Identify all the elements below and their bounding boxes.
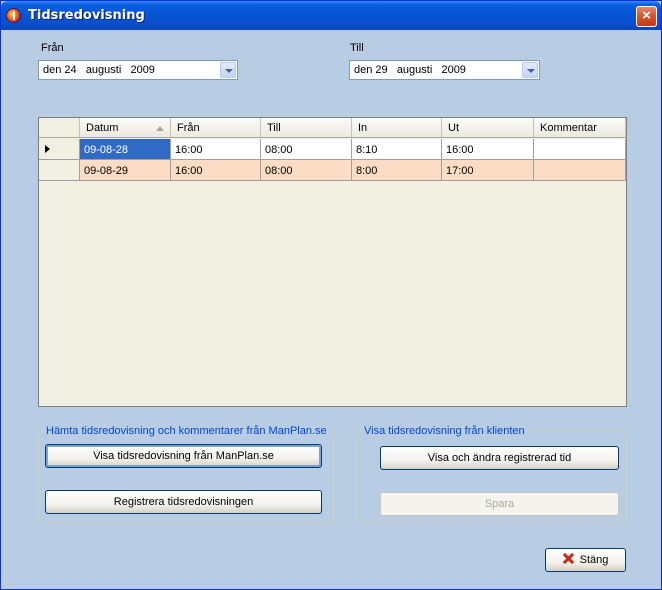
cell-kommentar[interactable] bbox=[534, 139, 626, 160]
table-row[interactable]: 09-08-29 16:00 08:00 8:00 17:00 bbox=[39, 160, 626, 181]
table-row[interactable]: 09-08-28 16:00 08:00 8:10 16:00 bbox=[39, 139, 626, 160]
cell-datum[interactable]: 09-08-28 bbox=[80, 139, 171, 160]
cell-till[interactable]: 08:00 bbox=[261, 160, 352, 181]
time-report-grid[interactable]: Datum Från Till In Ut Kommentar 09-08-28… bbox=[38, 117, 627, 407]
cell-datum[interactable]: 09-08-29 bbox=[80, 160, 171, 181]
cell-in[interactable]: 8:10 bbox=[352, 139, 442, 160]
grid-header: Datum Från Till In Ut Kommentar bbox=[39, 118, 626, 138]
close-button[interactable]: Stäng bbox=[545, 548, 626, 572]
chevron-down-icon[interactable] bbox=[522, 62, 538, 78]
column-header-in[interactable]: In bbox=[352, 118, 442, 137]
cell-till[interactable]: 08:00 bbox=[261, 139, 352, 160]
register-report-button[interactable]: Registrera tidsredovisningen bbox=[45, 490, 322, 514]
cell-kommentar[interactable] bbox=[534, 160, 626, 181]
show-edit-time-button[interactable]: Visa och ändra registrerad tid bbox=[380, 446, 619, 470]
cell-fran[interactable]: 16:00 bbox=[171, 139, 261, 160]
row-header[interactable] bbox=[39, 160, 80, 181]
column-header-datum[interactable]: Datum bbox=[80, 118, 171, 137]
to-date-picker[interactable]: den 29 augusti 2009 bbox=[349, 60, 540, 80]
row-header-corner bbox=[39, 118, 80, 137]
show-manplan-button[interactable]: Visa tidsredovisning från ManPlan.se bbox=[45, 444, 322, 468]
close-window-button[interactable]: × bbox=[636, 6, 657, 27]
to-label: Till bbox=[350, 42, 364, 54]
row-header[interactable] bbox=[39, 139, 80, 160]
sort-ascending-icon bbox=[156, 126, 164, 131]
close-button-label: Stäng bbox=[579, 554, 609, 566]
from-label: Från bbox=[41, 42, 64, 54]
save-button[interactable]: Spara bbox=[380, 492, 619, 516]
cell-ut[interactable]: 17:00 bbox=[442, 160, 534, 181]
chevron-down-icon[interactable] bbox=[220, 62, 236, 78]
from-date-value: den 24 augusti 2009 bbox=[43, 64, 155, 76]
column-header-fran[interactable]: Från bbox=[171, 118, 261, 137]
current-row-icon bbox=[45, 145, 50, 153]
from-date-picker[interactable]: den 24 augusti 2009 bbox=[38, 60, 238, 80]
column-header-till[interactable]: Till bbox=[261, 118, 352, 137]
manplan-group-legend: Hämta tidsredovisning och kommentarer fr… bbox=[45, 425, 328, 437]
window-title: Tidsredovisning bbox=[28, 8, 145, 23]
cell-ut[interactable]: 16:00 bbox=[442, 139, 534, 160]
column-header-kommentar[interactable]: Kommentar bbox=[534, 118, 626, 137]
column-header-ut[interactable]: Ut bbox=[442, 118, 534, 137]
cell-fran[interactable]: 16:00 bbox=[171, 160, 261, 181]
title-bar[interactable]: Tidsredovisning × bbox=[1, 1, 661, 30]
to-date-value: den 29 augusti 2009 bbox=[354, 64, 466, 76]
cell-in[interactable]: 8:00 bbox=[352, 160, 442, 181]
close-icon bbox=[563, 553, 574, 564]
client-group-legend: Visa tidsredovisning från klienten bbox=[363, 425, 526, 437]
window: Tidsredovisning × Från den 24 augusti 20… bbox=[0, 0, 662, 590]
app-icon bbox=[6, 8, 21, 23]
